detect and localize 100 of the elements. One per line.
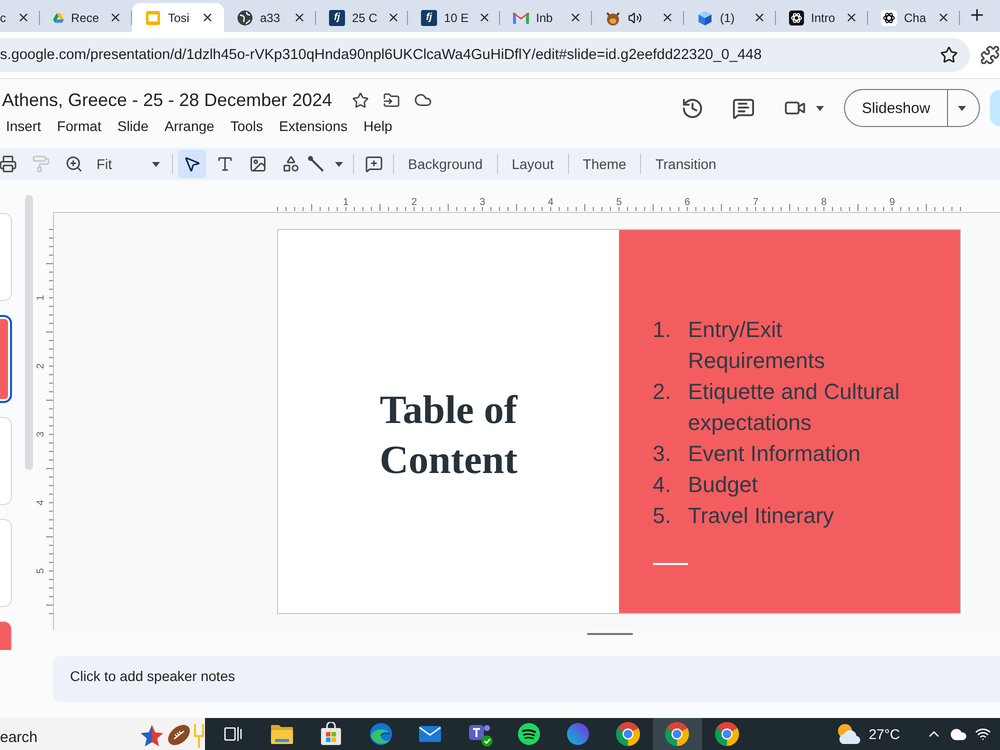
ruler-number: 2: [36, 363, 46, 369]
browser-tab[interactable]: Rece: [40, 3, 132, 32]
knot-icon: [881, 10, 897, 26]
tab-title: 10 E: [444, 10, 469, 24]
globe-icon: [237, 10, 253, 26]
tab-title: Inb: [536, 10, 553, 24]
star-icon[interactable]: [352, 92, 370, 108]
slideshow-button[interactable]: Slideshow: [844, 89, 948, 127]
caret-icon: [152, 162, 160, 166]
history-icon: [680, 96, 704, 120]
resize-handle[interactable]: [587, 633, 633, 635]
cloud-icon[interactable]: [414, 91, 432, 109]
ruler-number: 4: [548, 197, 554, 208]
tab-title: Cha: [904, 10, 926, 24]
folder-arrow-icon[interactable]: [383, 92, 400, 108]
ruler-number: 6: [684, 197, 690, 208]
slide-thumbnail[interactable]: [0, 315, 12, 403]
scrollbar-thumb[interactable]: [25, 195, 33, 470]
address-field[interactable]: s.google.com/presentation/d/1dzlh45o-rVKp310qHnda90npl6UKClcaWa4GuHiDflY/edit#slide=id.g2eefdd22320_0_448: [0, 38, 970, 72]
animal-icon: [605, 10, 621, 26]
tab-title: Rece: [70, 10, 99, 24]
menu-item[interactable]: Help: [355, 116, 400, 136]
tab-title: c: [0, 10, 6, 24]
browser-tab[interactable]: fj 10 E: [408, 3, 500, 32]
menu-item[interactable]: Arrange: [156, 116, 222, 136]
star-icon: [940, 46, 958, 64]
browser-tab[interactable]: c: [0, 3, 40, 32]
select-tool-button[interactable]: [178, 150, 206, 178]
app-circle-icon: [566, 722, 590, 746]
toolbar-action[interactable]: Theme: [572, 150, 638, 178]
caret-icon: [816, 106, 824, 110]
site-logo: fj: [329, 10, 345, 26]
ruler-number: 1: [343, 197, 349, 208]
tab-title: 25 C: [352, 10, 378, 24]
menu-item[interactable]: Extensions: [271, 116, 356, 136]
browser-tab[interactable]: Cha: [868, 3, 960, 32]
browser-tab[interactable]: (1): [684, 3, 776, 32]
close-icon: [478, 11, 492, 24]
list-number: 1.: [652, 316, 671, 344]
slides-icon: [145, 10, 161, 26]
taskbar-app-button[interactable]: [652, 718, 702, 750]
ruler-number: 2: [411, 197, 417, 208]
wifi-icon[interactable]: [975, 726, 991, 742]
toolbar-action[interactable]: Transition: [644, 150, 728, 178]
zoom-icon: [65, 155, 83, 173]
accent-line: [653, 563, 688, 565]
browser-tab[interactable]: fj 25 C: [316, 3, 408, 32]
browser-tab[interactable]: Intro: [776, 3, 868, 32]
menu-item[interactable]: Tools: [222, 116, 271, 136]
comment-icon: [732, 96, 754, 120]
close-icon: [568, 11, 582, 24]
close-icon: [752, 11, 766, 24]
tab-title: a33: [260, 10, 280, 24]
star-icon: [139, 724, 165, 748]
zoom-select[interactable]: Fit: [90, 150, 168, 178]
tab-title: Intro: [810, 10, 835, 24]
tab-title: (1): [720, 10, 735, 24]
caret-icon: [335, 162, 343, 166]
menu-item[interactable]: Slide: [109, 116, 156, 136]
line-icon: [308, 156, 324, 172]
browser-icon: [665, 722, 690, 746]
ruler-number: 5: [36, 568, 46, 574]
list-item-text: Event Information: [688, 440, 862, 468]
shopping-bag-icon: [320, 722, 342, 746]
image-icon: [249, 155, 267, 173]
slide[interactable]: Table of Content 1. Entry/Exit Requirements 2. Etiquette and Cultural expectations 3. Event Information 4. Budget 5. Travel Itinerary: [277, 229, 961, 614]
toolbar-action[interactable]: Layout: [500, 150, 565, 178]
tab-title: Tosi: [168, 10, 190, 24]
temperature-text: 27°C: [868, 726, 900, 742]
ruler-number: 9: [889, 197, 895, 208]
browser-tab[interactable]: Tosi: [132, 3, 224, 32]
menu-item[interactable]: Insert: [0, 116, 50, 136]
document-title[interactable]: Athens, Greece - 25 - 28 December 2024: [2, 88, 332, 112]
paint-roller-icon: [32, 155, 50, 173]
envelope-logo-icon: [513, 12, 529, 24]
ruler-number: 8: [821, 197, 827, 208]
goalpost-icon: [193, 722, 205, 748]
browser-tab[interactable]: a33: [224, 3, 316, 32]
browser-tab[interactable]: Inb: [500, 3, 592, 32]
slideshow-options-button[interactable]: [948, 89, 980, 127]
list-number: 5.: [652, 502, 671, 530]
knot-icon: [789, 10, 804, 26]
site-logo: fj: [421, 10, 437, 26]
plus-icon: [968, 6, 986, 24]
close-icon: [200, 11, 214, 24]
menu-item[interactable]: Format: [49, 116, 110, 136]
caret-icon: [958, 106, 966, 110]
close-icon: [660, 11, 674, 24]
extensions-icon[interactable]: [980, 45, 1000, 65]
close-icon: [16, 11, 30, 24]
task-view-icon: [222, 724, 243, 744]
browser-icon: [616, 722, 640, 746]
list-item-text: Entry/Exit Requirements: [688, 316, 826, 375]
cube-icon: [697, 10, 713, 26]
browser-swirl-icon: [368, 722, 393, 746]
close-icon: [844, 11, 858, 24]
toolbar-action[interactable]: Background: [397, 150, 494, 178]
close-icon: [936, 11, 950, 24]
taskbar-search-field[interactable]: earch: [0, 718, 205, 750]
speaker-notes-field[interactable]: Click to add speaker notes: [53, 656, 1000, 702]
